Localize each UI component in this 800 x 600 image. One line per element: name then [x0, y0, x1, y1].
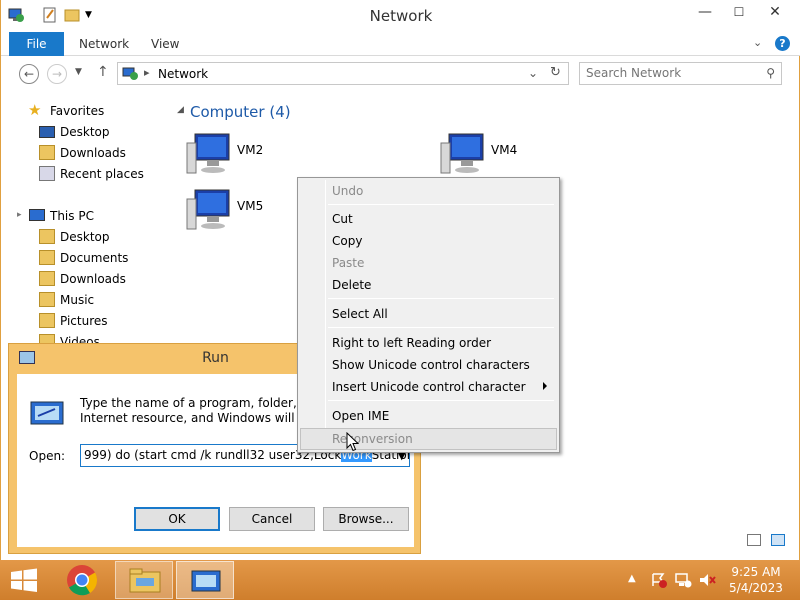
clock-time: 9:25 AM	[731, 565, 781, 579]
minimize-button[interactable]: —	[689, 0, 721, 24]
menu-item-open-ime[interactable]: Open IME	[300, 405, 557, 427]
nav-recent-places[interactable]: Recent places	[1, 164, 166, 184]
recent-locations-icon[interactable]: ▼	[75, 67, 82, 77]
context-menu: Undo Cut Copy Paste Delete Select All Ri…	[297, 177, 560, 453]
folder-icon	[39, 229, 55, 244]
folder-icon	[39, 250, 55, 265]
computer-item-vm4[interactable]: VM4	[439, 131, 589, 179]
windows-logo-icon	[11, 568, 37, 592]
computer-icon	[29, 209, 45, 221]
run-taskbar-button[interactable]	[176, 561, 234, 599]
folder-icon	[39, 313, 55, 328]
network-icon	[122, 67, 138, 80]
up-arrow-icon[interactable]: ↑	[97, 64, 109, 80]
title-bar: ▼ Network — ☐ ✕	[1, 0, 800, 32]
open-label: Open:	[29, 449, 66, 463]
expand-icon[interactable]: ▸	[17, 210, 22, 220]
menu-item-insert-unicode[interactable]: Insert Unicode control character	[300, 376, 557, 398]
start-button[interactable]	[0, 560, 48, 600]
computer-item-vm2[interactable]: VM2	[185, 131, 335, 179]
nav-pictures[interactable]: Pictures	[1, 311, 166, 331]
nav-music[interactable]: Music	[1, 290, 166, 310]
recent-places-icon	[39, 166, 55, 181]
address-dropdown-icon[interactable]: ⌄	[528, 66, 538, 80]
details-view-icon[interactable]	[747, 534, 761, 546]
search-box[interactable]: ⚲	[579, 62, 782, 85]
menu-item-paste[interactable]: Paste	[300, 252, 557, 274]
large-icons-view-icon[interactable]	[771, 534, 785, 546]
browse-button[interactable]: Browse...	[323, 507, 409, 531]
nav-downloads[interactable]: Downloads	[1, 143, 166, 163]
refresh-icon[interactable]: ↻	[550, 65, 561, 80]
nav-this-pc[interactable]: ▸ This PC	[1, 206, 166, 226]
volume-muted-icon[interactable]	[698, 572, 716, 588]
star-icon: ★	[28, 101, 42, 119]
folder-icon	[39, 271, 55, 286]
window-title: Network	[369, 7, 433, 25]
menu-item-undo[interactable]: Undo	[300, 180, 557, 202]
show-hidden-icons[interactable]: ▲	[628, 573, 636, 584]
group-header[interactable]: Computer (4)	[190, 103, 291, 121]
desktop-icon	[39, 126, 55, 138]
search-input[interactable]	[586, 66, 756, 80]
clock[interactable]: 9:25 AM 5/4/2023	[720, 564, 792, 596]
view-toggle	[747, 534, 787, 550]
maximize-button[interactable]: ☐	[723, 0, 755, 24]
computer-icon	[186, 133, 230, 174]
expand-ribbon-icon[interactable]: ⌄	[753, 36, 762, 49]
ok-button[interactable]: OK	[134, 507, 220, 531]
menu-separator	[328, 204, 554, 205]
menu-separator	[328, 298, 554, 299]
taskbar: ▲ 9:25 AM 5/4/2023	[0, 560, 800, 600]
nav-pc-downloads[interactable]: Downloads	[1, 269, 166, 289]
help-icon[interactable]: ?	[775, 36, 790, 51]
menu-separator	[328, 400, 554, 401]
network-status-icon[interactable]	[674, 572, 692, 588]
submenu-arrow-icon	[543, 382, 547, 390]
downloads-folder-icon	[39, 145, 55, 160]
menu-item-reconversion[interactable]: Reconversion	[300, 428, 557, 450]
nav-desktop[interactable]: Desktop	[1, 122, 166, 142]
menu-item-select-all[interactable]: Select All	[300, 303, 557, 325]
ribbon: File Network View ⌄ ?	[1, 32, 800, 56]
nav-pc-desktop[interactable]: Desktop	[1, 227, 166, 247]
run-icon	[191, 570, 221, 592]
nav-documents[interactable]: Documents	[1, 248, 166, 268]
clock-date: 5/4/2023	[729, 581, 783, 595]
tab-network[interactable]: Network	[79, 32, 129, 56]
search-icon[interactable]: ⚲	[766, 66, 775, 80]
close-button[interactable]: ✕	[757, 0, 793, 24]
menu-item-copy[interactable]: Copy	[300, 230, 557, 252]
forward-button[interactable]: →	[47, 64, 67, 84]
file-explorer-icon	[129, 568, 161, 593]
file-explorer-taskbar-button[interactable]	[115, 561, 173, 599]
mouse-cursor-icon	[346, 432, 360, 452]
computer-icon	[440, 133, 484, 174]
chrome-icon	[67, 565, 98, 596]
folder-icon	[39, 292, 55, 307]
computer-icon	[186, 189, 230, 230]
nav-favorites[interactable]: ★ Favorites	[1, 101, 166, 121]
back-button[interactable]: ←	[19, 64, 39, 84]
run-program-icon	[30, 401, 64, 425]
cancel-button[interactable]: Cancel	[229, 507, 315, 531]
action-center-icon[interactable]	[650, 572, 668, 588]
menu-item-show-unicode[interactable]: Show Unicode control characters	[300, 354, 557, 376]
tab-file[interactable]: File	[9, 32, 64, 56]
navigation-bar: ← → ▼ ↑ ▸ Network ⌄ ↻ ⚲	[1, 57, 800, 91]
menu-separator	[328, 327, 554, 328]
address-bar[interactable]: ▸ Network ⌄ ↻	[117, 62, 569, 85]
menu-item-cut[interactable]: Cut	[300, 208, 557, 230]
menu-item-rtl-reading-order[interactable]: Right to left Reading order	[300, 332, 557, 354]
tab-view[interactable]: View	[151, 32, 179, 56]
menu-item-delete[interactable]: Delete	[300, 274, 557, 296]
breadcrumb-chevron-icon: ▸	[144, 66, 150, 79]
chrome-taskbar-button[interactable]	[55, 561, 113, 599]
address-path[interactable]: Network	[158, 67, 208, 81]
collapse-group-icon[interactable]: ◢	[177, 105, 184, 115]
